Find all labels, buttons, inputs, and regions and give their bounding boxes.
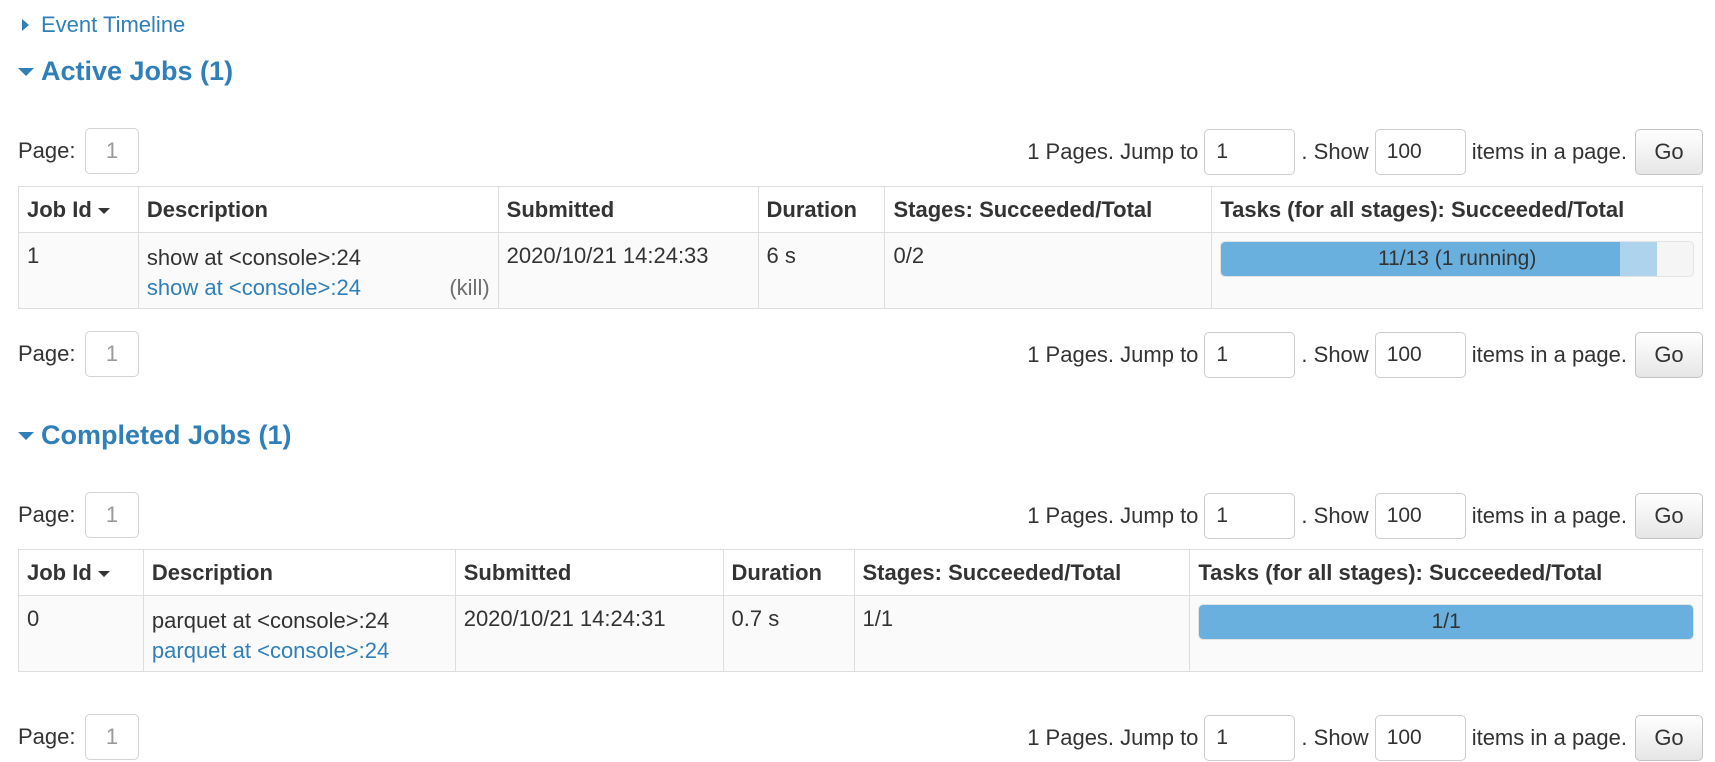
column-header-stages[interactable]: Stages: Succeeded/Total (853, 549, 1191, 596)
page-size-input[interactable] (1374, 715, 1466, 761)
active-jobs-table: Job Id Description Submitted Duration St… (18, 186, 1703, 309)
column-header-tasks[interactable]: Tasks (for all stages): Succeeded/Total (1211, 186, 1703, 233)
items-text: items in a page. (1471, 139, 1627, 164)
completed-jobs-title: Completed Jobs (1) (41, 420, 292, 450)
items-text: items in a page. (1471, 503, 1627, 528)
duration-cell: 6 s (757, 232, 886, 309)
pages-text: 1 Pages. Jump to (1027, 342, 1199, 367)
jump-to-page-input[interactable] (1204, 715, 1296, 761)
show-text: . Show (1301, 725, 1369, 750)
job-id-cell: 1 (18, 232, 139, 309)
go-button[interactable]: Go (1635, 493, 1703, 539)
page-label: Page: (18, 502, 76, 527)
sort-desc-icon (97, 570, 110, 577)
show-text: . Show (1301, 503, 1369, 528)
table-row: 1 show at <console>:24 show at <console>… (18, 232, 1703, 309)
stages-cell: 0/2 (884, 232, 1213, 309)
column-header-tasks[interactable]: Tasks (for all stages): Succeeded/Total (1189, 549, 1703, 596)
tasks-progress-bar: 1/1 (1198, 604, 1694, 640)
column-header-duration[interactable]: Duration (757, 186, 886, 233)
page-size-input[interactable] (1374, 129, 1466, 175)
pages-text: 1 Pages. Jump to (1027, 503, 1199, 528)
description-cell: parquet at <console>:24 parquet at <cons… (142, 595, 456, 672)
event-timeline-label: Event Timeline (41, 12, 186, 37)
description-text: show at <console>:24 (146, 245, 361, 270)
completed-jobs-header[interactable]: Completed Jobs (1) (18, 420, 292, 451)
expand-arrow-icon (22, 19, 29, 31)
page-number-button[interactable]: 1 (85, 128, 139, 174)
tasks-progress-bar: 11/13 (1 running) (1220, 241, 1694, 277)
show-text: . Show (1301, 139, 1369, 164)
show-text: . Show (1301, 342, 1369, 367)
job-description-link[interactable]: parquet at <console>:24 (152, 638, 389, 663)
go-button[interactable]: Go (1635, 715, 1703, 761)
sort-desc-icon (97, 207, 110, 214)
page-label: Page: (18, 341, 76, 366)
duration-cell: 0.7 s (722, 595, 855, 672)
progress-label: 11/13 (1 running) (1377, 247, 1537, 270)
event-timeline-toggle[interactable]: Event Timeline (22, 12, 185, 38)
collapse-arrow-icon (18, 431, 34, 440)
completed-jobs-pager-top: Page: 1 1 Pages. Jump to . Show items in… (18, 492, 1703, 540)
progress-label: 1/1 (1431, 610, 1461, 633)
completed-jobs-table: Job Id Description Submitted Duration St… (18, 549, 1703, 672)
tasks-cell: 1/1 (1189, 595, 1703, 672)
page-label: Page: (18, 724, 76, 749)
page-number-button[interactable]: 1 (85, 331, 139, 377)
column-header-submitted[interactable]: Submitted (497, 186, 759, 233)
page-size-input[interactable] (1374, 332, 1466, 378)
jump-to-page-input[interactable] (1204, 493, 1296, 539)
table-row: 0 parquet at <console>:24 parquet at <co… (18, 595, 1703, 672)
pages-text: 1 Pages. Jump to (1027, 725, 1199, 750)
kill-job-link[interactable]: (kill) (449, 273, 489, 303)
column-header-description[interactable]: Description (142, 549, 456, 596)
submitted-cell: 2020/10/21 14:24:31 (454, 595, 724, 672)
table-header-row: Job Id Description Submitted Duration St… (18, 549, 1703, 596)
jump-to-page-input[interactable] (1204, 129, 1296, 175)
job-description-link[interactable]: show at <console>:24 (147, 275, 361, 300)
description-cell: show at <console>:24 show at <console>:2… (137, 232, 499, 309)
active-jobs-title: Active Jobs (1) (41, 56, 234, 86)
column-header-stages[interactable]: Stages: Succeeded/Total (884, 186, 1213, 233)
table-header-row: Job Id Description Submitted Duration St… (18, 186, 1703, 233)
page-size-input[interactable] (1374, 493, 1466, 539)
pages-text: 1 Pages. Jump to (1027, 139, 1199, 164)
page-number-button[interactable]: 1 (85, 492, 139, 538)
completed-jobs-pager-bottom: Page: 1 1 Pages. Jump to . Show items in… (18, 714, 1703, 762)
items-text: items in a page. (1471, 725, 1627, 750)
column-header-job-id[interactable]: Job Id (18, 549, 144, 596)
column-header-description[interactable]: Description (137, 186, 499, 233)
items-text: items in a page. (1471, 342, 1627, 367)
column-header-submitted[interactable]: Submitted (454, 549, 724, 596)
collapse-arrow-icon (18, 67, 34, 76)
active-jobs-pager-top: Page: 1 1 Pages. Jump to . Show items in… (18, 128, 1703, 176)
job-id-cell: 0 (18, 595, 144, 672)
jump-to-page-input[interactable] (1204, 332, 1296, 378)
active-jobs-pager-bottom: Page: 1 1 Pages. Jump to . Show items in… (18, 331, 1703, 379)
tasks-cell: 11/13 (1 running) (1211, 232, 1703, 309)
go-button[interactable]: Go (1635, 129, 1703, 175)
go-button[interactable]: Go (1635, 332, 1703, 378)
active-jobs-header[interactable]: Active Jobs (1) (18, 56, 233, 87)
description-text: parquet at <console>:24 (151, 608, 390, 633)
submitted-cell: 2020/10/21 14:24:33 (497, 232, 759, 309)
column-header-job-id[interactable]: Job Id (18, 186, 139, 233)
page-label: Page: (18, 138, 76, 163)
column-header-duration[interactable]: Duration (722, 549, 855, 596)
stages-cell: 1/1 (853, 595, 1191, 672)
page-number-button[interactable]: 1 (85, 714, 139, 760)
